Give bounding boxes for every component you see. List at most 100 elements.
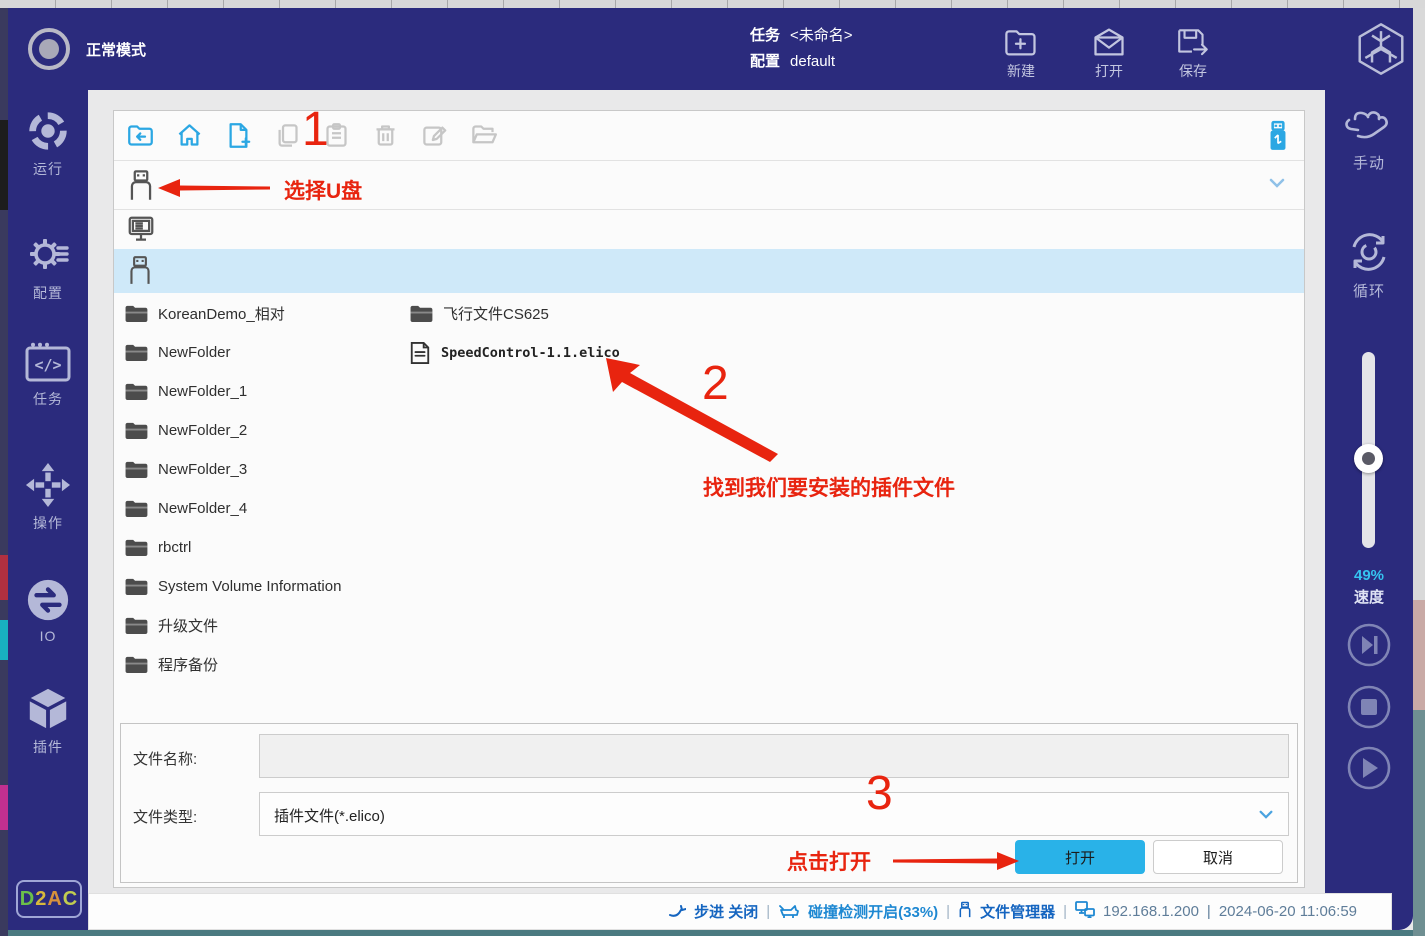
sidebar-item-operate[interactable]: 操作 xyxy=(8,462,88,533)
sidebar-item-loop[interactable]: 循环 xyxy=(1325,228,1413,301)
file-row[interactable]: NewFolder_2 xyxy=(124,411,404,450)
stop-button[interactable] xyxy=(1345,683,1393,731)
sidebar-label: 循环 xyxy=(1325,280,1413,301)
new-task-label: 新建 xyxy=(988,61,1054,81)
chevron-down-icon xyxy=(1268,176,1286,194)
d2ac-badge[interactable]: D 2 A C xyxy=(16,880,82,918)
file-name: NewFolder_4 xyxy=(158,500,247,517)
drive-option-usb-selected[interactable] xyxy=(114,249,1304,293)
file-name: System Volume Information xyxy=(158,578,341,595)
file-row[interactable]: KoreanDemo_相对 xyxy=(124,294,404,333)
annotation-click-open-text: 点击打开 xyxy=(787,846,871,876)
file-row[interactable]: 程序备份 xyxy=(124,645,404,684)
folder-icon xyxy=(124,499,148,518)
folder-icon xyxy=(124,655,148,674)
open-button[interactable]: 打开 xyxy=(1015,840,1145,874)
move-cross-icon xyxy=(8,462,88,508)
back-folder-button[interactable] xyxy=(127,122,154,149)
desktop-edge-fragment xyxy=(0,120,8,210)
sidebar-label: 任务 xyxy=(8,389,88,409)
folder-icon xyxy=(409,304,433,323)
folder-icon xyxy=(124,382,148,401)
cancel-button[interactable]: 取消 xyxy=(1153,840,1283,874)
usb-drive-icon[interactable] xyxy=(1265,120,1291,157)
speed-slider-thumb[interactable] xyxy=(1354,444,1383,473)
file-toolbar xyxy=(114,111,1304,161)
svg-text:</>: </> xyxy=(34,356,61,374)
file-name: NewFolder xyxy=(158,344,231,361)
sidebar-item-manual[interactable]: 手动 xyxy=(1325,104,1413,173)
sidebar-item-io[interactable]: IO xyxy=(8,577,88,644)
collision-icon xyxy=(778,901,800,923)
chevron-down-icon xyxy=(1258,807,1274,825)
left-sidebar: 运行 配置 </> xyxy=(8,90,88,930)
annotation-find-plugin-text: 找到我们要安装的插件文件 xyxy=(703,472,955,502)
folder-icon xyxy=(124,616,148,635)
play-button[interactable] xyxy=(1345,744,1393,792)
file-row[interactable]: rbctrl xyxy=(124,528,404,567)
computer-icon xyxy=(126,214,156,249)
copy-button[interactable] xyxy=(274,122,301,149)
home-button[interactable] xyxy=(176,122,203,149)
sidebar-item-run[interactable]: 运行 xyxy=(8,108,88,179)
loop-arrows-icon xyxy=(1325,228,1413,276)
file-manager-status[interactable]: 文件管理器 xyxy=(980,901,1055,922)
file-row[interactable]: NewFolder_4 xyxy=(124,489,404,528)
step-forward-button[interactable] xyxy=(1345,621,1393,669)
file-name: 升级文件 xyxy=(158,615,218,636)
header-bar: 正常模式 任务<未命名> 配置default 新建 打开 保存 xyxy=(8,8,1413,90)
separator: | xyxy=(1207,903,1211,920)
collision-status[interactable]: 碰撞检测开启(33%) xyxy=(808,901,938,922)
config-value: default xyxy=(790,53,835,70)
sidebar-item-task[interactable]: </> 任务 xyxy=(8,342,88,409)
sidebar-item-config[interactable]: 配置 xyxy=(8,230,88,303)
usb-drive-icon xyxy=(127,254,153,291)
drive-option-computer[interactable] xyxy=(114,210,1304,248)
speed-label: 速度 xyxy=(1325,586,1413,607)
file-name: NewFolder_2 xyxy=(158,422,247,439)
sidebar-label: 手动 xyxy=(1325,152,1413,173)
file-row[interactable]: NewFolder_1 xyxy=(124,372,404,411)
file-row[interactable]: System Volume Information xyxy=(124,567,424,606)
file-row[interactable]: 飞行文件CS625 xyxy=(409,294,709,333)
sidebar-item-plugin[interactable]: 插件 xyxy=(8,686,88,757)
folder-icon xyxy=(124,421,148,440)
new-document-button[interactable] xyxy=(225,122,252,149)
sidebar-label: 插件 xyxy=(8,737,88,757)
delete-button[interactable] xyxy=(372,122,399,149)
rename-button[interactable] xyxy=(421,122,448,149)
file-row[interactable]: 升级文件 xyxy=(124,606,404,645)
annotation-select-usb-text: 选择U盘 xyxy=(284,175,362,205)
status-bar: 步进 关闭 | 碰撞检测开启(33%) | 文件管理器 | 192.168.1.… xyxy=(88,893,1392,930)
save-task-label: 保存 xyxy=(1160,61,1226,81)
annotation-arrow-plugin-file xyxy=(598,350,784,466)
open-task-label: 打开 xyxy=(1076,61,1142,81)
datetime: 2024-06-20 11:06:59 xyxy=(1219,903,1357,920)
folder-icon xyxy=(124,343,148,362)
open-folder-button[interactable] xyxy=(470,122,497,149)
save-task-button[interactable]: 保存 xyxy=(1160,26,1226,81)
open-button-label: 打开 xyxy=(1065,847,1095,868)
separator: | xyxy=(946,903,950,920)
open-task-button[interactable]: 打开 xyxy=(1076,26,1142,81)
folder-icon xyxy=(124,304,148,323)
task-config-info: 任务<未命名> 配置default xyxy=(750,23,853,75)
cancel-button-label: 取消 xyxy=(1203,847,1233,868)
sidebar-label: 操作 xyxy=(8,513,88,533)
file-row[interactable]: NewFolder xyxy=(124,333,404,372)
desktop-edge-fragment xyxy=(0,785,8,830)
file-type-value: 插件文件(*.elico) xyxy=(274,805,385,826)
mode-indicator-icon[interactable] xyxy=(28,28,70,70)
new-task-button[interactable]: 新建 xyxy=(988,26,1054,81)
right-sidebar: 手动 循环 49% 速度 xyxy=(1325,90,1413,930)
desktop-right-fragment xyxy=(1413,710,1425,936)
sidebar-label: IO xyxy=(8,628,88,644)
file-name-input[interactable] xyxy=(259,734,1289,778)
annotation-arrow-open-button xyxy=(893,849,1019,873)
file-row[interactable]: NewFolder_3 xyxy=(124,450,404,489)
annotation-arrow-select-usb xyxy=(158,176,270,200)
file-type-select[interactable]: 插件文件(*.elico) xyxy=(259,792,1289,836)
desktop-edge-fragment xyxy=(0,620,8,660)
gear-icon xyxy=(8,230,88,278)
step-status[interactable]: 步进 关闭 xyxy=(694,901,758,922)
